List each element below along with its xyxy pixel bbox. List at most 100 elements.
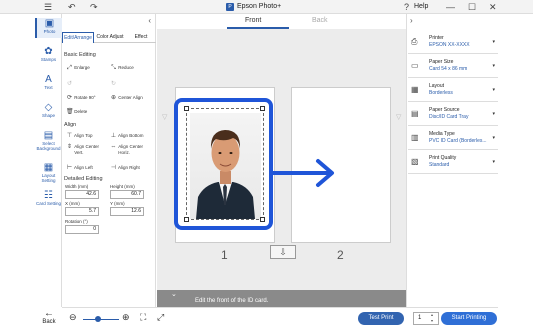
start-printing-button[interactable]: Start Printing (441, 312, 497, 325)
setting-layout[interactable]: ▦ Layout Borderless ▾ (408, 80, 498, 102)
paper-source-icon: ▤ (411, 109, 419, 118)
zoom-out-icon[interactable]: ⊖ (69, 312, 77, 323)
align-center-vert-button[interactable]: ⇕ Align Center Vert. (66, 144, 100, 156)
align-top-icon: ⊤ (66, 133, 73, 139)
rotation-label: Rotation (°) (65, 219, 88, 224)
side-tabs: Front Back (157, 14, 406, 29)
rotate-90-button[interactable]: ⟳ Rotate 90° (66, 94, 96, 102)
align-center-horiz-button[interactable]: ⇔ Align Center Horiz. (110, 144, 146, 156)
center-align-button[interactable]: ⊕ Center Align (110, 94, 143, 102)
copies-input[interactable]: 1 (413, 312, 439, 325)
zoom-slider[interactable] (83, 319, 119, 320)
reduce-button[interactable]: ⤡ Reduce (110, 64, 134, 72)
tab-back[interactable]: Back (312, 17, 328, 24)
highlight-frame (174, 98, 273, 230)
hint-text: Edit the front of the ID card. (195, 298, 269, 304)
setting-printer[interactable]: ⎙ Printer EPSON XX-XXXX ▾ (408, 32, 498, 54)
rotate-left-button[interactable]: ↺ (66, 80, 73, 88)
fit-to-window-icon[interactable]: ⛶ (140, 312, 146, 323)
hint-bar: ⌄ Edit the front of the ID card. (157, 290, 406, 307)
collapse-left-panel-icon[interactable]: ‹ (148, 16, 151, 25)
tab-edit-arrange[interactable]: Edit/Arrange (62, 32, 94, 43)
align-heading: Align (64, 122, 77, 128)
setting-media-type[interactable]: ▥ Media Type PVC ID Card (Borderles... ▾ (408, 128, 498, 150)
center-align-label: Center Align (118, 95, 143, 100)
rail-item-background[interactable]: ▤ Select Background (35, 130, 62, 154)
rail-label: Stamps (40, 57, 57, 62)
zoom-in-icon[interactable]: ⊕ (122, 312, 130, 323)
height-field[interactable]: 60.7 (110, 190, 144, 199)
card-setting-icon: ☷ (44, 190, 53, 201)
width-field[interactable]: 42.6 (65, 190, 99, 199)
chevron-down-icon: ▾ (492, 159, 495, 165)
chevron-down-icon[interactable]: ⌄ (171, 290, 177, 298)
height-label: Height (mm) (110, 184, 135, 189)
actual-size-icon[interactable]: ⤢ (157, 312, 164, 323)
back-button[interactable]: ← Back (35, 309, 63, 326)
rotate-right-button[interactable]: ↻ (110, 80, 117, 88)
setting-print-quality[interactable]: ▧ Print Quality Standard ▾ (408, 152, 498, 174)
basic-editing-heading: Basic Editing (64, 52, 96, 58)
chevron-down-icon: ▾ (492, 63, 495, 69)
test-print-button[interactable]: Test Print (358, 312, 404, 325)
delete-button[interactable]: 🗑 Delete (66, 108, 87, 116)
copies-stepper-icon[interactable]: ▴ ▾ (431, 312, 433, 324)
align-bottom-icon: ⊥ (110, 133, 117, 139)
setting-value: Card 54 x 86 mm (429, 66, 468, 72)
y-label: Y (mm) (110, 201, 125, 206)
tab-effect[interactable]: Effect (126, 32, 156, 43)
chevron-down-icon: ▾ (492, 135, 495, 141)
setting-title: Print Quality (429, 155, 457, 161)
align-right-button[interactable]: ⊣ Align Right (110, 164, 140, 172)
width-label: Width (mm) (65, 184, 89, 189)
center-align-icon: ⊕ (110, 95, 117, 101)
align-top-label: Align Top (74, 133, 93, 138)
align-right-icon: ⊣ (110, 165, 117, 171)
align-left-icon: ⊢ (66, 165, 73, 171)
rail-item-shape[interactable]: ◇ Shape (35, 102, 62, 122)
align-bottom-button[interactable]: ⊥ Align Bottom (110, 132, 144, 140)
guide-marker-icon: ▽ (162, 114, 168, 121)
minimize-button[interactable]: — (446, 1, 455, 13)
x-field[interactable]: 5.7 (65, 207, 99, 216)
align-left-button[interactable]: ⊢ Align Left (66, 164, 93, 172)
hamburger-icon[interactable]: ☰ (44, 1, 52, 13)
enlarge-button[interactable]: ⤢ Enlarge (66, 64, 90, 72)
undo-icon[interactable]: ↶ (68, 1, 76, 13)
rail-item-card-setting[interactable]: ☷ Card Setting (35, 190, 62, 214)
flip-icon: ⇩ (279, 247, 287, 257)
setting-paper-source[interactable]: ▤ Paper Source Disc/ID Card Tray ▾ (408, 104, 498, 126)
redo-icon[interactable]: ↷ (90, 1, 98, 13)
setting-paper-size[interactable]: ▭ Paper Size Card 54 x 86 mm ▾ (408, 56, 498, 78)
flip-card-button[interactable]: ⇩ (270, 245, 296, 259)
help-link[interactable]: Help (414, 1, 428, 13)
x-label: X (mm) (65, 201, 80, 206)
align-left-label: Align Left (74, 165, 93, 170)
stamps-icon: ✿ (44, 46, 53, 57)
align-top-button[interactable]: ⊤ Align Top (66, 132, 93, 140)
maximize-button[interactable]: ☐ (468, 1, 476, 13)
rail-label: Text (44, 85, 53, 90)
rail-item-stamps[interactable]: ✿ Stamps (35, 46, 62, 66)
help-icon[interactable]: ? (404, 1, 409, 13)
zoom-slider-thumb[interactable] (95, 316, 101, 322)
y-field[interactable]: 12.6 (110, 207, 144, 216)
rail-item-photo[interactable]: ▣ Photo (35, 18, 62, 38)
trash-icon: 🗑 (66, 109, 74, 115)
print-settings-panel: › ⎙ Printer EPSON XX-XXXX ▾ ▭ Paper Size… (406, 14, 498, 307)
collapse-right-panel-icon[interactable]: › (410, 16, 413, 25)
rotation-field[interactable]: 0 (65, 225, 99, 234)
tab-front[interactable]: Front (245, 17, 261, 24)
bottom-toolbar: ⊖ ⊕ ⛶ ⤢ Test Print 1 ▴ ▾ Start Printing (62, 307, 498, 329)
chevron-down-icon: ▾ (492, 111, 495, 117)
rail-item-text[interactable]: A Text (35, 74, 62, 94)
printer-icon: ⎙ (411, 37, 418, 46)
tab-color-adjust[interactable]: Color Adjust (94, 32, 126, 43)
rotate-right-icon: ↻ (110, 81, 117, 87)
setting-value: Standard (429, 162, 450, 168)
app-title: Epson Photo+ (237, 3, 282, 10)
align-center-horiz-icon: ⇔ (110, 144, 117, 150)
close-button[interactable]: ✕ (489, 1, 497, 13)
rail-item-layout-setting[interactable]: ▦ Layout Setting (35, 162, 62, 186)
setting-value: PVC ID Card (Borderles... (429, 138, 487, 144)
